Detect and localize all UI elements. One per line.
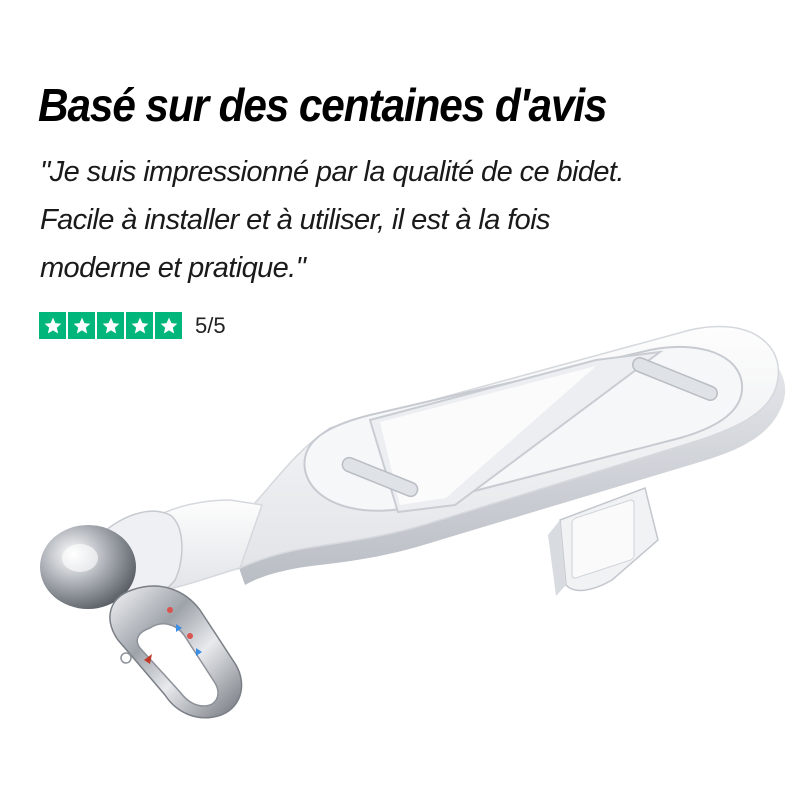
bidet-attachment-image (40, 325, 786, 719)
